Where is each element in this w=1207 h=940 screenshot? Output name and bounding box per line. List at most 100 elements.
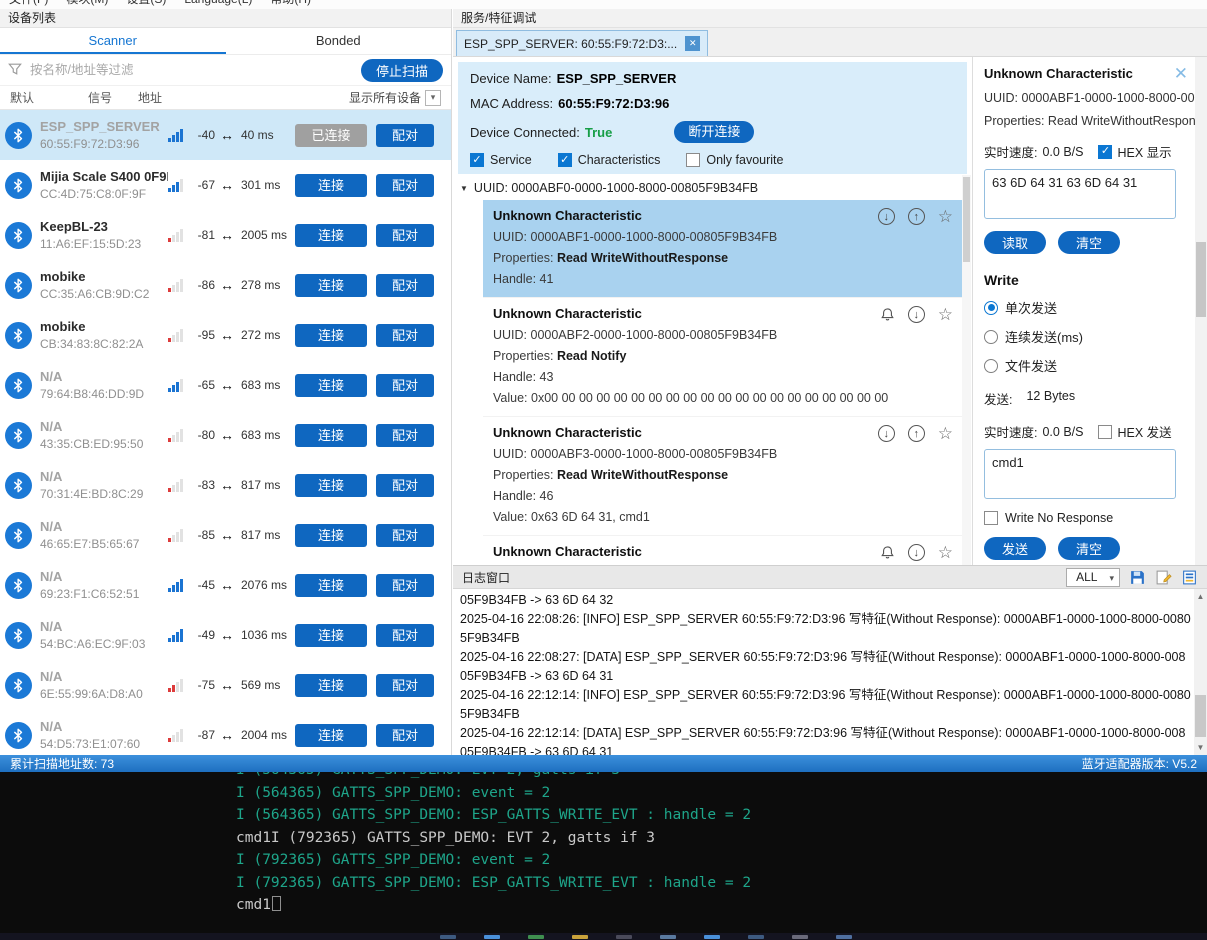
log-scrollbar[interactable]: ▲ ▼ [1194, 589, 1207, 755]
export-log-icon[interactable] [1181, 569, 1198, 586]
radio-button[interactable] [984, 358, 998, 373]
menu-item[interactable]: 帮助(H) [261, 0, 320, 8]
taskbar-icon[interactable] [440, 935, 456, 939]
scrollbar-thumb[interactable] [1195, 695, 1206, 737]
device-row[interactable]: mobike CC:35:A6:CB:9D:C2 -86 278 ms 连接配对 [0, 260, 451, 310]
pair-button[interactable]: 配对 [376, 573, 434, 597]
pair-button[interactable]: 配对 [376, 373, 434, 397]
notify-icon[interactable] [880, 545, 895, 560]
device-row[interactable]: N/A 79:64:B8:46:DD:9D -65 683 ms 连接配对 [0, 360, 451, 410]
connect-button[interactable]: 连接 [295, 223, 367, 247]
taskbar-icon[interactable] [660, 935, 676, 939]
characteristic-card[interactable]: Unknown Characteristic [483, 536, 971, 562]
detail-scrollbar[interactable] [1195, 57, 1207, 565]
column-default[interactable]: 默认 [10, 89, 88, 106]
show-all-devices-dropdown[interactable]: 显示所有设备 [349, 89, 441, 106]
log-filter-select[interactable]: ALL [1066, 567, 1120, 587]
clear-log-icon[interactable] [1155, 569, 1172, 586]
taskbar-icon[interactable] [704, 935, 720, 939]
pair-button[interactable]: 配对 [376, 523, 434, 547]
tab-scanner[interactable]: Scanner [0, 28, 226, 54]
characteristic-card[interactable]: Unknown Characteristic UUID: 0000ABF1-000… [483, 200, 971, 298]
device-row[interactable]: ESP_SPP_SERVER 60:55:F9:72:D3:96 -40 40 ms 已… [0, 110, 451, 160]
radio-file-send[interactable]: 文件发送 [984, 356, 1195, 375]
column-address[interactable]: 地址 [138, 89, 349, 106]
device-row[interactable]: N/A 54:D5:73:E1:07:60 -87 2004 ms 连接配对 [0, 710, 451, 755]
connect-button[interactable]: 连接 [295, 323, 367, 347]
device-row[interactable]: N/A 69:23:F1:C6:52:51 -45 2076 ms 连接配对 [0, 560, 451, 610]
disconnect-button[interactable]: 断开连接 [674, 121, 755, 143]
pair-button[interactable]: 配对 [376, 423, 434, 447]
connect-button[interactable]: 连接 [295, 673, 367, 697]
read-icon[interactable] [877, 425, 895, 442]
scrollbar-thumb[interactable] [1196, 242, 1206, 317]
notify-icon[interactable] [880, 307, 895, 322]
characteristic-scrollbar[interactable] [962, 175, 971, 565]
read-icon[interactable] [877, 208, 895, 225]
radio-single-send[interactable]: 单次发送 [984, 298, 1195, 317]
connect-button[interactable]: 连接 [295, 173, 367, 197]
pair-button[interactable]: 配对 [376, 223, 434, 247]
read-button[interactable]: 读取 [984, 231, 1046, 254]
connect-button[interactable]: 连接 [295, 473, 367, 497]
pair-button[interactable]: 配对 [376, 323, 434, 347]
pair-button[interactable]: 配对 [376, 173, 434, 197]
taskbar-icon[interactable] [528, 935, 544, 939]
connected-button[interactable]: 已连接 [295, 123, 367, 147]
favourite-icon[interactable] [938, 208, 953, 225]
device-row[interactable]: KeepBL-23 11:A6:EF:15:5D:23 -81 2005 ms 连接配对 [0, 210, 451, 260]
device-row[interactable]: Mijia Scale S400 0F9F CC:4D:75:C8:0F:9F -6… [0, 160, 451, 210]
device-row[interactable]: N/A 54:BC:A6:EC:9F:03 -49 1036 ms 连接配对 [0, 610, 451, 660]
pair-button[interactable]: 配对 [376, 123, 434, 147]
scroll-down-icon[interactable]: ▼ [1194, 743, 1207, 752]
radio-continuous-send[interactable]: 连续发送(ms) [984, 327, 1195, 346]
radio-button[interactable] [984, 300, 998, 315]
service-row[interactable]: UUID: 0000ABF0-0000-1000-8000-00805F9B34… [453, 176, 971, 200]
hex-display-checkbox[interactable] [1098, 144, 1113, 159]
checkbox-box[interactable] [557, 153, 572, 167]
chevron-down-icon[interactable] [425, 89, 441, 106]
column-signal[interactable]: 信号 [88, 89, 138, 106]
checkbox-box[interactable] [686, 153, 701, 167]
tab-bonded[interactable]: Bonded [226, 28, 452, 54]
pair-button[interactable]: 配对 [376, 473, 434, 497]
hex-send-checkbox[interactable] [1098, 424, 1113, 439]
menu-item[interactable]: Language(L) [175, 0, 261, 8]
checkbox-service[interactable]: Service [470, 153, 532, 167]
characteristic-card[interactable]: Unknown Characteristic UUID: 0000ABF3-000… [483, 417, 971, 536]
menu-item[interactable]: 模块(M) [57, 0, 117, 8]
connect-button[interactable]: 连接 [295, 573, 367, 597]
pair-button[interactable]: 配对 [376, 273, 434, 297]
device-row[interactable]: N/A 46:65:E7:B5:65:67 -85 817 ms 连接配对 [0, 510, 451, 560]
send-button[interactable]: 发送 [984, 537, 1046, 560]
taskbar-icon[interactable] [572, 935, 588, 939]
taskbar-icon[interactable] [748, 935, 764, 939]
favourite-icon[interactable] [938, 544, 953, 561]
connect-button[interactable]: 连接 [295, 623, 367, 647]
radio-button[interactable] [984, 329, 998, 344]
device-debug-tab[interactable]: ESP_SPP_SERVER: 60:55:F9:72:D3:... [456, 30, 709, 56]
clear-read-button[interactable]: 清空 [1058, 231, 1120, 254]
menu-item[interactable]: 文件(F) [0, 0, 57, 8]
pair-button[interactable]: 配对 [376, 723, 434, 747]
read-icon[interactable] [907, 306, 925, 323]
checkbox-only-favourite[interactable]: Only favourite [686, 153, 783, 167]
favourite-icon[interactable] [938, 425, 953, 442]
connect-button[interactable]: 连接 [295, 273, 367, 297]
pair-button[interactable]: 配对 [376, 673, 434, 697]
save-log-icon[interactable] [1129, 569, 1146, 586]
read-icon[interactable] [907, 544, 925, 561]
connect-button[interactable]: 连接 [295, 523, 367, 547]
close-detail-icon[interactable] [1174, 65, 1188, 82]
connect-button[interactable]: 连接 [295, 373, 367, 397]
write-icon[interactable] [907, 425, 925, 442]
write-no-response-checkbox[interactable] [984, 511, 998, 525]
taskbar-icon[interactable] [792, 935, 808, 939]
filter-input[interactable] [30, 63, 353, 77]
checkbox-characteristics[interactable]: Characteristics [557, 153, 660, 167]
checkbox-box[interactable] [470, 153, 484, 167]
read-value-textarea[interactable]: 63 6D 64 31 63 6D 64 31 [984, 169, 1176, 219]
taskbar-icon[interactable] [484, 935, 500, 939]
device-row[interactable]: N/A 6E:55:99:6A:D8:A0 -75 569 ms 连接配对 [0, 660, 451, 710]
taskbar-icon[interactable] [836, 935, 852, 939]
